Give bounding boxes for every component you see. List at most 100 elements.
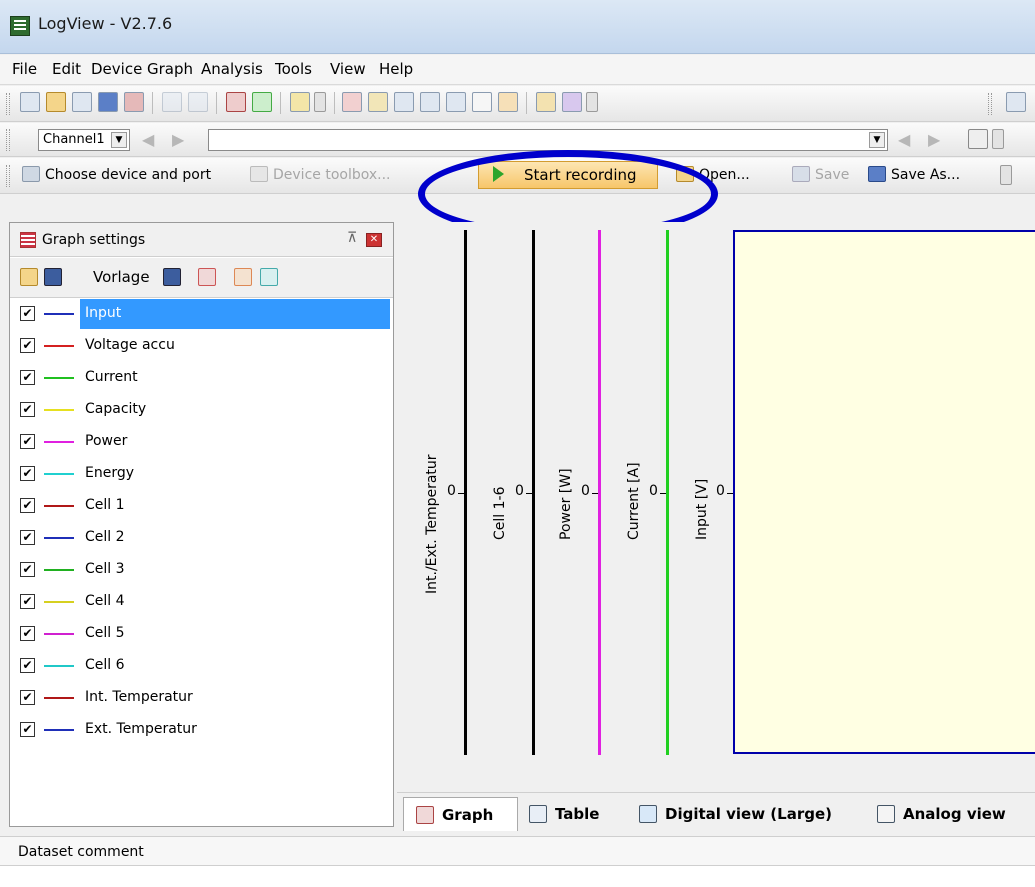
series-checkbox[interactable]: ✔ [20,370,35,385]
series-checkbox[interactable]: ✔ [20,658,35,673]
menu-view[interactable]: View [330,60,366,78]
save-as-disk-icon[interactable] [98,92,118,112]
tool-dropdown-icon[interactable] [314,92,326,112]
chart-options-icon[interactable] [252,92,272,112]
toolbar-grip[interactable] [6,165,10,187]
pin-icon[interactable]: ⊼ [347,230,357,246]
save-as-button[interactable]: Save As... [868,162,960,188]
arrow-left-icon[interactable]: ◀ [898,130,910,149]
close-icon[interactable]: ✕ [366,233,382,247]
series-checkbox[interactable]: ✔ [20,626,35,641]
series-row[interactable]: ✔ Cell 6 [10,651,393,681]
delete-icon[interactable] [968,129,988,149]
series-row[interactable]: ✔ Current [10,363,393,393]
grid-add-icon[interactable] [260,268,278,286]
plot-area[interactable] [733,230,1035,754]
tool-icon[interactable] [290,92,310,112]
series-row[interactable]: ✔ Power [10,427,393,457]
arrow-left-icon[interactable]: ◀ [142,130,154,149]
zoom-out-icon[interactable] [562,92,582,112]
window-icon[interactable] [394,92,414,112]
arrow-right-icon[interactable]: ▶ [172,130,184,149]
series-name: Input [80,299,390,329]
tab-graph[interactable]: Graph [403,797,518,831]
zoom-dropdown-icon[interactable] [586,92,598,112]
dataset-combo[interactable]: ▼ [208,129,888,151]
menu-edit[interactable]: Edit [52,60,81,78]
tab-digital-view[interactable]: Digital view (Large) [639,797,832,831]
bar-chart-icon[interactable] [498,92,518,112]
series-row[interactable]: ✔ Cell 3 [10,555,393,585]
series-checkbox[interactable]: ✔ [20,530,35,545]
series-row[interactable]: ✔ Int. Temperatur [10,683,393,713]
menu-help[interactable]: Help [379,60,413,78]
series-color-line [44,345,74,347]
delete-dropdown-icon[interactable] [992,129,1004,149]
open-folder-icon[interactable] [20,268,38,286]
toolbar-separator [152,92,153,114]
arrow-right-icon[interactable]: ▶ [928,130,940,149]
series-checkbox[interactable]: ✔ [20,562,35,577]
device-toolbox-button[interactable]: Device toolbox... [250,162,391,188]
toolbar-grip[interactable] [988,93,992,115]
series-checkbox[interactable]: ✔ [20,338,35,353]
series-checkbox[interactable]: ✔ [20,722,35,737]
chevron-down-icon[interactable]: ▼ [111,132,127,148]
series-color-line [44,409,74,411]
clear-curve-icon[interactable] [342,92,362,112]
series-row[interactable]: ✔ Ext. Temperatur [10,715,393,745]
series-row[interactable]: ✔ Energy [10,459,393,489]
menu-device[interactable]: Device [91,60,142,78]
comment-input[interactable] [0,866,1035,887]
calculator-icon[interactable] [188,92,208,112]
marker-icon[interactable] [368,92,388,112]
series-checkbox[interactable]: ✔ [20,466,35,481]
series-row[interactable]: ✔ Cell 4 [10,587,393,617]
offset-icon[interactable] [472,92,492,112]
toolbar-grip[interactable] [6,129,10,151]
device-settings-icon[interactable] [162,92,182,112]
series-row[interactable]: ✔ Cell 5 [10,619,393,649]
menu-analysis[interactable]: Analysis [201,60,263,78]
series-checkbox[interactable]: ✔ [20,594,35,609]
timer-icon[interactable] [446,92,466,112]
save-disk-icon[interactable] [72,92,92,112]
axis-tick [458,493,464,494]
save-disk-icon[interactable] [44,268,62,286]
extra-tool-icon[interactable] [1006,92,1026,112]
zoom-in-icon[interactable] [536,92,556,112]
menu-graph[interactable]: Graph [147,60,193,78]
series-checkbox[interactable]: ✔ [20,498,35,513]
series-row[interactable]: ✔ Capacity [10,395,393,425]
series-checkbox[interactable]: ✔ [20,306,35,321]
grid-icon[interactable] [198,268,216,286]
command-dropdown-icon[interactable] [1000,165,1012,185]
toolbar-grip[interactable] [6,93,10,115]
graph-settings-header: Graph settings ⊼ ✕ [10,223,393,257]
open-folder-icon[interactable] [46,92,66,112]
menu-file[interactable]: File [12,60,37,78]
statistics-icon[interactable] [420,92,440,112]
series-row[interactable]: ✔ Cell 2 [10,523,393,553]
channel-select[interactable]: Channel1 ▼ [38,129,130,151]
series-row[interactable]: ✔ Cell 1 [10,491,393,521]
device-toolbox-label: Device toolbox... [273,167,391,183]
dataset-comment-bar: Dataset comment [0,836,1035,866]
chart-edit-icon[interactable] [226,92,246,112]
grid-settings-icon[interactable] [234,268,252,286]
tab-table[interactable]: Table [529,797,599,831]
series-row[interactable]: ✔ Voltage accu [10,331,393,361]
series-checkbox[interactable]: ✔ [20,690,35,705]
save-template-icon[interactable] [163,268,181,286]
vorlage-label[interactable]: Vorlage [93,268,150,286]
chevron-down-icon[interactable]: ▼ [869,132,885,148]
tab-analog-view[interactable]: Analog view [877,797,1006,831]
series-row[interactable]: ✔ Input [10,299,393,329]
menu-tools[interactable]: Tools [275,60,312,78]
series-checkbox[interactable]: ✔ [20,434,35,449]
import-icon[interactable] [124,92,144,112]
save-button[interactable]: Save [792,162,849,188]
series-checkbox[interactable]: ✔ [20,402,35,417]
new-icon[interactable] [20,92,40,112]
choose-device-button[interactable]: Choose device and port [22,162,211,188]
